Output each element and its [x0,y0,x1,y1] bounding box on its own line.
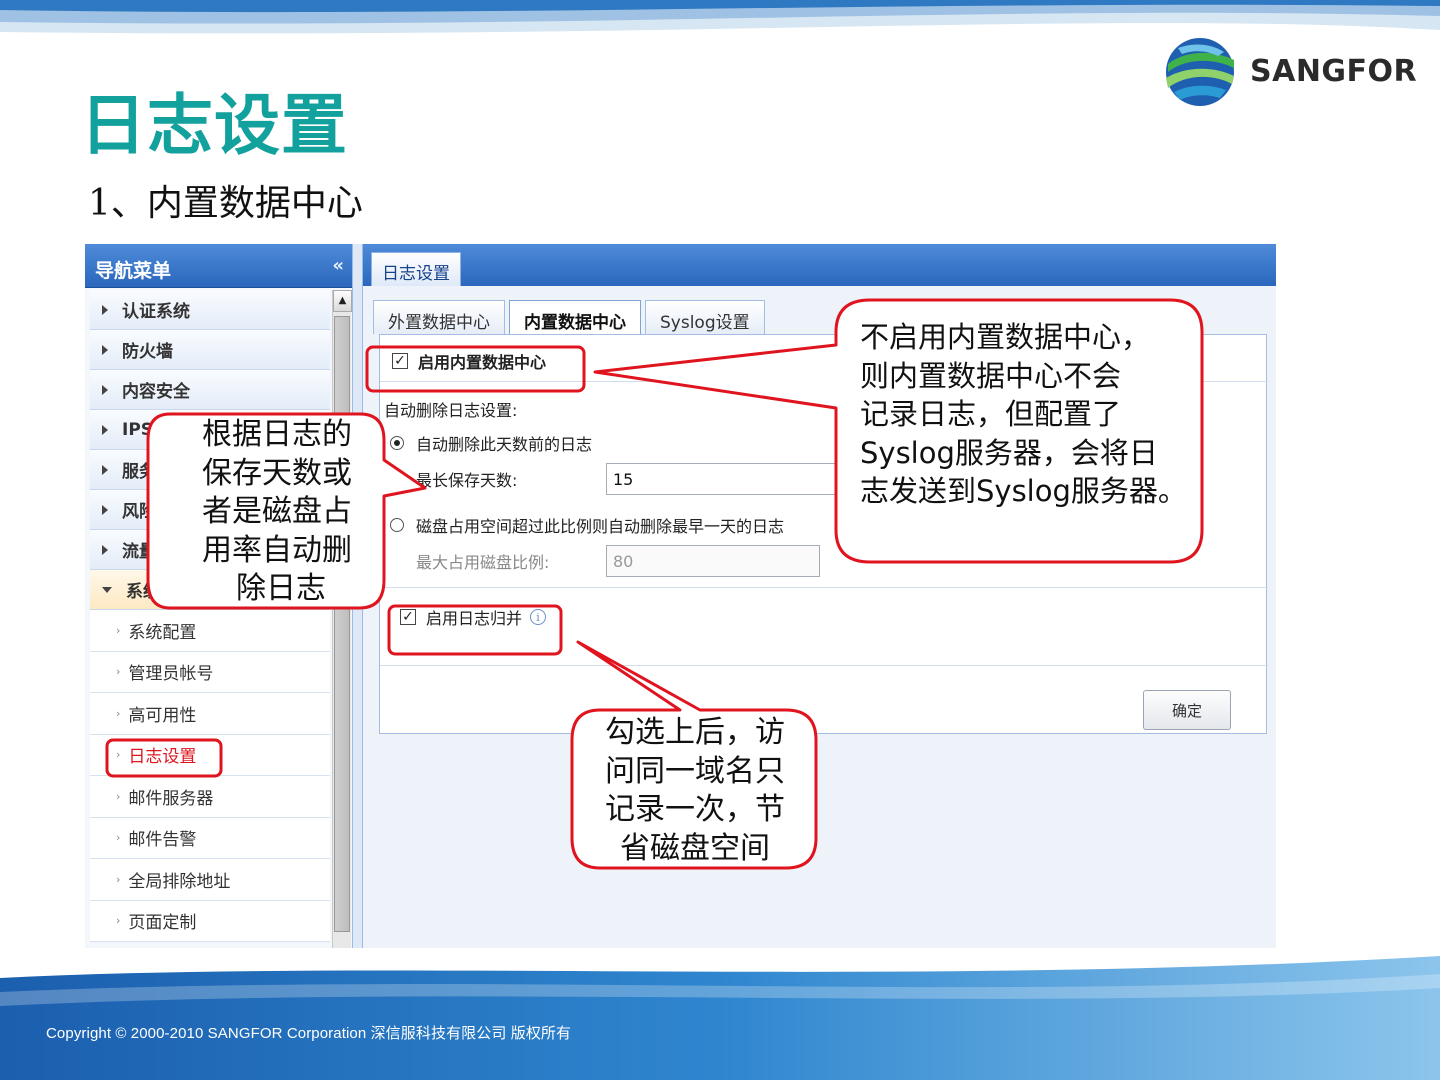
sub-item-label: 页面定制 [128,913,197,934]
sub-item-label: 全局排除地址 [128,871,231,892]
expand-arrow-icon [102,504,108,515]
sub-item-label: 邮件告警 [128,830,197,851]
slide-subtitle: 1、内置数据中心 [88,183,363,224]
collapse-icon[interactable]: « [332,255,344,276]
panel-tabbar: 日志设置 [363,244,1276,286]
option-days-label: 自动删除此天数前的日志 [416,435,593,454]
nav-item-label: 内容安全 [122,382,190,402]
sub-item-high-availability[interactable]: › 高可用性 [90,693,330,735]
expand-arrow-icon [102,344,108,355]
merge-logs-checkbox[interactable]: ✓ [400,609,416,625]
expand-arrow-icon [102,464,108,475]
sub-item-global-exclude[interactable]: › 全局排除地址 [90,859,330,901]
max-disk-input[interactable]: 80 [606,545,820,577]
option-disk-row: 磁盘占用空间超过此比例则自动删除最早一天的日志 [390,513,784,537]
tab-log-settings[interactable]: 日志设置 [371,252,461,286]
max-days-label: 最长保存天数: [416,471,518,490]
sub-item-label: 邮件服务器 [128,788,214,809]
subtab-syslog[interactable]: Syslog设置 [645,300,765,334]
nav-list: 认证系统 防火墙 内容安全 IPS 服务器保 风险分析 流量管理 系统 › 系统配… [90,290,330,948]
chevron-right-icon: › [116,831,121,845]
collapse-arrow-icon [102,586,112,593]
scroll-up-icon[interactable]: ▲ [333,290,352,312]
nav-header: 导航菜单 « [85,244,352,288]
nav-item-content-security[interactable]: 内容安全 [90,370,330,410]
chevron-right-icon: › [116,748,121,762]
option-disk-label: 磁盘占用空间超过此比例则自动删除最早一天的日志 [416,517,785,536]
chevron-right-icon: › [116,623,121,637]
expand-arrow-icon [102,544,108,555]
ok-button[interactable]: 确定 [1143,690,1231,730]
nav-scrollbar[interactable]: ▲ [332,290,352,948]
nav-item-label: 系统 [126,582,160,602]
divider [380,665,1268,666]
nav-item-label: IPS [122,419,154,440]
sub-item-mail-server[interactable]: › 邮件服务器 [90,776,330,818]
merge-logs-row: ✓ 启用日志归并 i [400,605,547,629]
footer-copyright: Copyright © 2000-2010 SANGFOR Corporatio… [46,1025,572,1042]
chevron-right-icon: › [116,789,121,803]
enable-builtin-label: 启用内置数据中心 [418,353,547,372]
expand-arrow-icon [102,424,108,435]
callout-right: 不启用内置数据中心， 则内置数据中心不会 记录日志，但配置了 Syslog服务器… [860,320,1187,508]
sub-item-system-config[interactable]: › 系统配置 [90,610,330,652]
callout-bottom: 勾选上后，访 问同一域名只 记录一次，节 省磁盘空间 [605,715,785,866]
sub-item-label: 管理员帐号 [128,664,214,685]
sub-item-label: 日志设置 [128,747,197,768]
sub-item-label: 系统配置 [128,622,197,643]
max-days-input[interactable]: 15 [606,463,846,495]
enable-builtin-checkbox[interactable]: ✓ [392,353,408,369]
sub-item-mail-alert[interactable]: › 邮件告警 [90,817,330,859]
divider [380,587,1268,588]
nav-header-title: 导航菜单 [95,260,172,282]
subtab-builtin-datacenter[interactable]: 内置数据中心 [509,300,641,334]
merge-logs-label: 启用日志归并 [426,609,523,628]
callout-left: 根据日志的 保存天数或 者是磁盘占 用率自动删 除日志 [202,417,352,606]
scroll-thumb[interactable] [334,316,350,932]
slide-title: 日志设置 [80,87,348,164]
expand-arrow-icon [102,304,108,315]
nav-item-firewall[interactable]: 防火墙 [90,330,330,370]
max-disk-label: 最大占用磁盘比例: [416,553,550,572]
chevron-right-icon: › [116,914,121,928]
subtab-external-datacenter[interactable]: 外置数据中心 [373,300,505,334]
chevron-right-icon: › [116,706,121,720]
sub-item-log-settings[interactable]: › 日志设置 [90,734,330,776]
nav-item-auth[interactable]: 认证系统 [90,290,330,330]
nav-item-label: 防火墙 [122,342,173,362]
subtab-bar: 外置数据中心 内置数据中心 Syslog设置 [373,300,765,334]
enable-builtin-row: ✓ 启用内置数据中心 [392,349,546,373]
auto-delete-title: 自动删除日志设置: [384,401,518,420]
chevron-right-icon: › [116,872,121,886]
expand-arrow-icon [102,384,108,395]
option-disk-radio[interactable] [390,518,404,532]
option-days-radio[interactable] [390,436,404,450]
option-days-row: 自动删除此天数前的日志 [390,431,592,455]
info-icon[interactable]: i [530,609,547,625]
logo-text: SANGFOR [1250,54,1418,89]
sub-item-admin-account[interactable]: › 管理员帐号 [90,651,330,693]
sub-item-label: 高可用性 [128,705,197,726]
nav-item-label: 认证系统 [122,302,190,322]
footer-band [0,956,1440,1080]
sub-item-page-custom[interactable]: › 页面定制 [90,900,330,942]
chevron-right-icon: › [116,665,121,679]
